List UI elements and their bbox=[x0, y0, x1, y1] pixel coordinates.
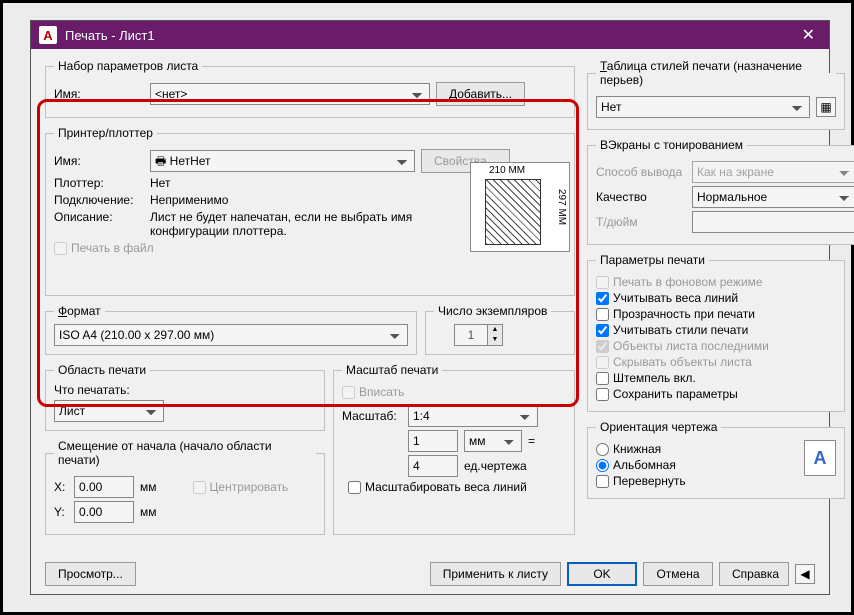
quality-label: Качество bbox=[596, 190, 686, 204]
opt-stamp[interactable]: Штемпель вкл. bbox=[596, 371, 836, 385]
paper-w-label: 210 MM bbox=[489, 165, 525, 176]
x-label: X: bbox=[54, 480, 68, 494]
x-input[interactable] bbox=[74, 476, 134, 498]
orient-icon: A bbox=[804, 440, 836, 476]
shademode-label: Способ вывода bbox=[596, 165, 686, 179]
pagesetup-name-select[interactable]: <нет> bbox=[150, 83, 430, 105]
options-legend: Параметры печати bbox=[596, 253, 709, 267]
opt-trans[interactable]: Прозрачность при печати bbox=[596, 307, 836, 321]
styletable-group: Таблица стилей печати (назначение перьев… bbox=[587, 59, 845, 130]
expand-icon[interactable]: ◀ bbox=[795, 564, 815, 584]
dpi-input bbox=[692, 211, 854, 233]
area-legend: Область печати bbox=[54, 363, 150, 377]
opt-pslast: Объекты листа последними bbox=[596, 339, 836, 353]
styletable-edit-icon[interactable]: ▦ bbox=[816, 97, 836, 117]
dpi-label: Т/дюйм bbox=[596, 215, 686, 229]
orient-group: Ориентация чертежа Книжная Альбомная Пер… bbox=[587, 420, 845, 499]
desc-value: Лист не будет напечатан, если не выбрать… bbox=[150, 210, 430, 238]
scale-label: Масштаб: bbox=[342, 409, 402, 423]
scale-lw-checkbox[interactable]: Масштабировать веса линий bbox=[348, 480, 566, 494]
scale-val1[interactable] bbox=[408, 430, 458, 452]
offset-legend: Смещение от начала (начало области печат… bbox=[54, 439, 316, 467]
orient-landscape[interactable]: Альбомная bbox=[596, 458, 804, 472]
paper-legend: Формат bbox=[54, 304, 105, 318]
opt-bg: Печать в фоновом режиме bbox=[596, 275, 836, 289]
scale-select[interactable]: 1:4 bbox=[408, 405, 538, 427]
y-input[interactable] bbox=[74, 501, 134, 523]
copies-legend: Число экземпляров bbox=[434, 304, 551, 318]
opt-hide: Скрывать объекты листа bbox=[596, 355, 836, 369]
printer-legend: Принтер/плоттер bbox=[54, 126, 157, 140]
plotter-value: Нет bbox=[150, 176, 170, 190]
preview-button[interactable]: Просмотр... bbox=[45, 562, 136, 586]
paper-group: Формат ISO A4 (210.00 x 297.00 мм) bbox=[45, 304, 417, 355]
ok-button[interactable]: OK bbox=[567, 562, 637, 586]
connection-value: Неприменимо bbox=[150, 193, 228, 207]
print-dialog: A Печать - Лист1 ✕ Набор параметров лист… bbox=[30, 20, 830, 595]
add-button[interactable]: Добавить... bbox=[436, 82, 525, 106]
styletable-select[interactable]: Нет bbox=[596, 96, 810, 118]
scale-val2[interactable] bbox=[408, 455, 458, 477]
fit-checkbox: Вписать bbox=[342, 385, 566, 399]
pagesetup-name-label: Имя: bbox=[54, 87, 144, 101]
scale-unit2: ед.чертежа bbox=[464, 459, 527, 473]
styletable-legend: Таблица стилей печати (назначение перьев… bbox=[596, 59, 836, 87]
titlebar: A Печать - Лист1 ✕ bbox=[31, 21, 829, 49]
app-icon: A bbox=[39, 26, 57, 44]
opt-save[interactable]: Сохранить параметры bbox=[596, 387, 836, 401]
printer-name-select[interactable]: 🖶 НетНет bbox=[150, 150, 415, 172]
shaded-legend: ВЭкраны с тонированием bbox=[596, 138, 747, 152]
copies-spinner[interactable]: ▲▼ bbox=[454, 324, 503, 346]
opt-styles[interactable]: Учитывать стили печати bbox=[596, 323, 836, 337]
whatprint-select[interactable]: Лист bbox=[54, 400, 164, 422]
orient-portrait[interactable]: Книжная bbox=[596, 442, 804, 456]
scale-legend: Масштаб печати bbox=[342, 363, 442, 377]
whatprint-label: Что печатать: bbox=[54, 383, 316, 397]
copies-group: Число экземпляров ▲▼ bbox=[425, 304, 575, 355]
shaded-group: ВЭкраны с тонированием Способ вывода Как … bbox=[587, 138, 854, 245]
shademode-select: Как на экране bbox=[692, 161, 854, 183]
offset-group: Смещение от начала (начало области печат… bbox=[45, 439, 325, 535]
options-group: Параметры печати Печать в фоновом режиме… bbox=[587, 253, 845, 412]
connection-label: Подключение: bbox=[54, 193, 144, 207]
printer-group: Принтер/плоттер Имя: 🖶 НетНет Свойства..… bbox=[45, 126, 575, 296]
y-label: Y: bbox=[54, 505, 68, 519]
paper-h-label: 297 MM bbox=[556, 189, 567, 225]
scale-unit1[interactable]: мм bbox=[464, 430, 522, 452]
center-checkbox: Центрировать bbox=[193, 480, 289, 494]
orient-legend: Ориентация чертежа bbox=[596, 420, 721, 434]
copies-input bbox=[454, 324, 488, 346]
close-icon[interactable]: ✕ bbox=[796, 25, 821, 45]
cancel-button[interactable]: Отмена bbox=[643, 562, 713, 586]
help-button[interactable]: Справка bbox=[719, 562, 789, 586]
opt-lw[interactable]: Учитывать веса линий bbox=[596, 291, 836, 305]
paper-preview: 210 MM 297 MM bbox=[470, 162, 570, 252]
apply-button[interactable]: Применить к листу bbox=[430, 562, 561, 586]
page-setup-group: Набор параметров листа Имя: <нет> Добави… bbox=[45, 59, 575, 118]
y-unit: мм bbox=[140, 505, 157, 519]
window-title: Печать - Лист1 bbox=[65, 28, 796, 43]
area-group: Область печати Что печатать: Лист bbox=[45, 363, 325, 431]
scale-group: Масштаб печати Вписать Масштаб: 1:4 мм = bbox=[333, 363, 575, 535]
quality-select[interactable]: Нормальное bbox=[692, 186, 854, 208]
desc-label: Описание: bbox=[54, 210, 144, 224]
page-setup-legend: Набор параметров листа bbox=[54, 59, 202, 73]
printer-name-label: Имя: bbox=[54, 154, 144, 168]
plotter-label: Плоттер: bbox=[54, 176, 144, 190]
x-unit: мм bbox=[140, 480, 157, 494]
orient-upside[interactable]: Перевернуть bbox=[596, 474, 804, 488]
paper-size-select[interactable]: ISO A4 (210.00 x 297.00 мм) bbox=[54, 324, 408, 346]
